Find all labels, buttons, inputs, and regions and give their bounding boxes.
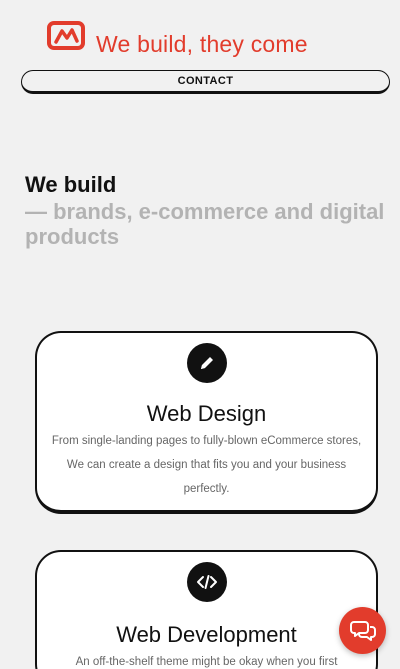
chat-button[interactable]: [339, 607, 386, 654]
service-card-web-design: Web Design From single-landing pages to …: [35, 331, 378, 514]
chart-logo-icon[interactable]: [46, 20, 86, 54]
site-tagline: We build, they come: [96, 31, 308, 57]
chat-bubbles-icon: [349, 620, 376, 641]
service-description: An off-the-shelf theme might be okay whe…: [75, 656, 338, 668]
service-description: From single-landing pages to fully-blown…: [51, 435, 362, 495]
code-icon: [186, 562, 227, 602]
service-title: Web Design: [146, 401, 267, 426]
service-title: Web Development: [116, 622, 297, 647]
service-card-web-development: Web Development An off-the-shelf theme m…: [35, 550, 378, 669]
page: We build, they come CONTACT We build — b…: [0, 0, 400, 669]
contact-button[interactable]: CONTACT: [21, 70, 390, 94]
hero-subtitle: — brands, e-commerce and digital product…: [25, 199, 385, 249]
hero-title: We build: [25, 172, 117, 197]
pencil-icon: [186, 343, 227, 383]
